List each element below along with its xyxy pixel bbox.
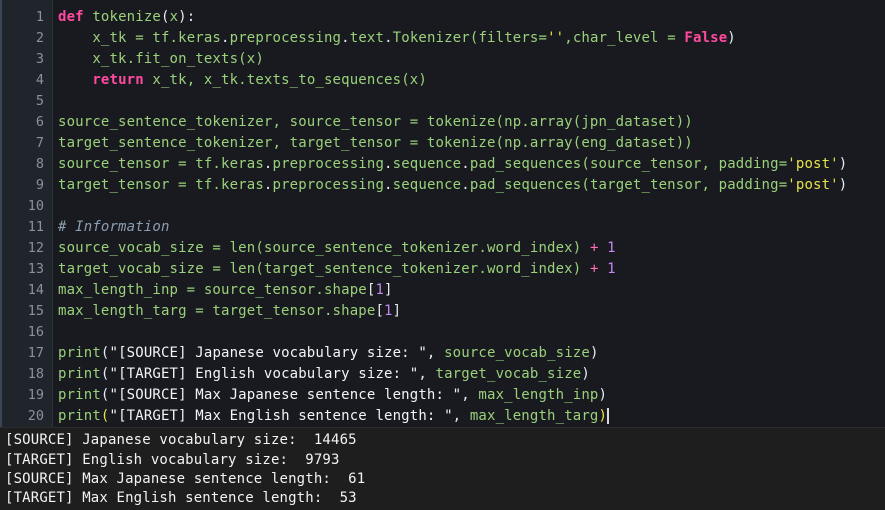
line-number: 12 [27,239,44,256]
code-text: source_vocab_size = len(source_sentence_… [58,239,616,256]
code-text: source_tensor = tf.keras.preprocessing.s… [58,155,848,172]
code-text: target_tensor = tf.keras.preprocessing.s… [58,176,848,193]
line-number: 3 [35,50,44,67]
code-text: print("[TARGET] English vocabulary size:… [58,365,590,382]
code-line[interactable]: 20 print("[TARGET] Max English sentence … [2,405,885,426]
code-line[interactable]: 14 max_length_inp = source_tensor.shape[… [2,279,885,300]
code-text: print("[TARGET] Max English sentence len… [58,407,610,424]
line-number: 10 [27,197,44,214]
line-number: 16 [27,323,44,340]
code-comment: # Information [58,218,170,235]
code-line[interactable]: 3 x_tk.fit_on_texts(x) [2,48,885,69]
line-number: 15 [27,302,44,319]
code-line[interactable]: 6 source_sentence_tokenizer, source_tens… [2,111,885,132]
code-line[interactable]: 7 target_sentence_tokenizer, target_tens… [2,132,885,153]
line-number: 9 [35,176,44,193]
code-text: max_length_inp = source_tensor.shape[1] [58,281,393,298]
code-line[interactable]: 9 target_tensor = tf.keras.preprocessing… [2,174,885,195]
line-number: 20 [27,407,44,424]
line-number: 1 [35,8,44,25]
code-text: return x_tk, x_tk.texts_to_sequences(x) [92,71,427,88]
line-number: 4 [35,71,44,88]
output-line: [TARGET] Max English sentence length: 53 [5,490,357,506]
code-text: target_vocab_size = len(target_sentence_… [58,260,616,277]
line-number: 7 [35,134,44,151]
code-text: def tokenize(x): [58,8,196,25]
code-text: print("[SOURCE] Max Japanese sentence le… [58,386,608,403]
line-number: 18 [27,365,44,382]
line-number: 14 [27,281,44,298]
line-number: 11 [27,218,44,235]
code-line[interactable]: 11 # Information [2,216,885,237]
code-text: source_sentence_tokenizer, source_tensor… [58,113,693,130]
code-text: print("[SOURCE] Japanese vocabulary size… [58,344,599,361]
code-line[interactable]: 17 print("[SOURCE] Japanese vocabulary s… [2,342,885,363]
line-number: 13 [27,260,44,277]
output-line: [SOURCE] Max Japanese sentence length: 6… [5,471,366,487]
line-number: 17 [27,344,44,361]
code-line[interactable]: 4 return x_tk, x_tk.texts_to_sequences(x… [2,69,885,90]
code-line[interactable]: 5 [2,90,885,111]
line-number: 2 [35,29,44,46]
code-line[interactable]: 15 max_length_targ = target_tensor.shape… [2,300,885,321]
line-number: 6 [35,113,44,130]
output-line: [SOURCE] Japanese vocabulary size: 14465 [5,432,357,448]
code-line[interactable]: 8 source_tensor = tf.keras.preprocessing… [2,153,885,174]
code-text: target_sentence_tokenizer, target_tensor… [58,134,693,151]
code-text: x_tk = tf.keras.preprocessing.text.Token… [58,29,736,46]
code-line[interactable]: 12 source_vocab_size = len(source_senten… [2,237,885,258]
code-line[interactable]: 18 print("[TARGET] English vocabulary si… [2,363,885,384]
code-line[interactable]: 10 [2,195,885,216]
code-text: max_length_targ = target_tensor.shape[1] [58,302,402,319]
line-number: 8 [35,155,44,172]
line-number: 19 [27,386,44,403]
code-line[interactable]: 1 def tokenize(x): [2,6,885,27]
output-line: [TARGET] English vocabulary size: 9793 [5,452,340,468]
line-number: 5 [35,92,44,109]
cell-output: [SOURCE] Japanese vocabulary size: 14465… [0,427,885,510]
code-line[interactable]: 2 x_tk = tf.keras.preprocessing.text.Tok… [2,27,885,48]
text-cursor: ) [598,407,610,424]
code-line[interactable]: 16 [2,321,885,342]
code-editor[interactable]: 1 def tokenize(x): 2 x_tk = tf.keras.pre… [0,0,885,427]
code-line[interactable]: 13 target_vocab_size = len(target_senten… [2,258,885,279]
code-text: x_tk.fit_on_texts(x) [58,50,264,67]
code-line[interactable]: 19 print("[SOURCE] Max Japanese sentence… [2,384,885,405]
